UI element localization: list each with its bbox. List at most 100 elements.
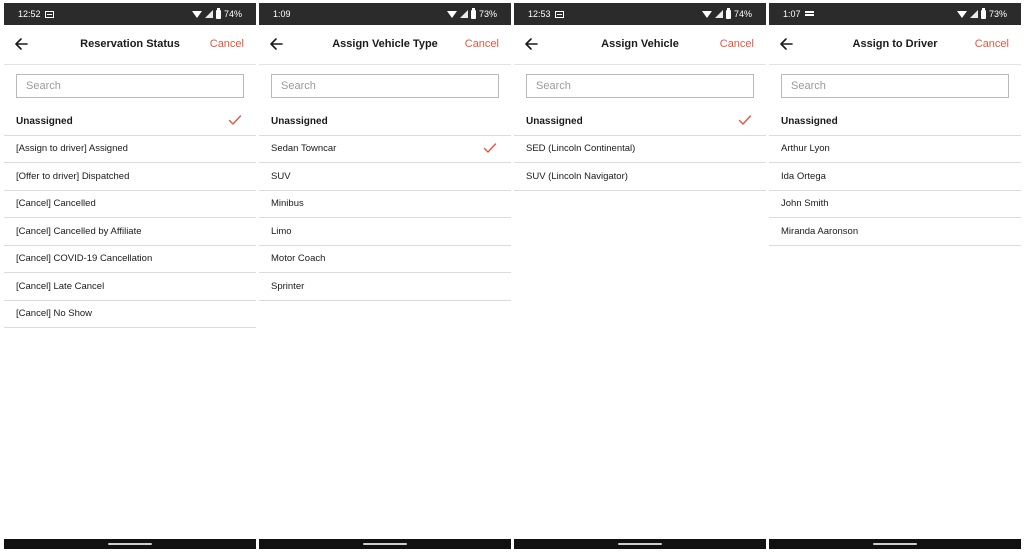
battery-level: 74% bbox=[223, 9, 242, 19]
checkmark-icon bbox=[228, 114, 242, 126]
wifi-icon bbox=[956, 10, 967, 18]
cancel-button[interactable]: Cancel bbox=[975, 38, 1009, 50]
phone-panel-reservation-status: 12:52 74% Reservation StatusCancel Unassign… bbox=[4, 3, 256, 549]
status-bar-left: 12:53 bbox=[528, 9, 564, 19]
status-bar: 12:53 74% bbox=[514, 3, 766, 25]
list-item-label: Arthur Lyon bbox=[781, 143, 830, 155]
list-item-label: [Cancel] Cancelled bbox=[16, 198, 96, 210]
top-app-bar: Assign Vehicle Cancel bbox=[514, 25, 766, 65]
status-bar: 12:52 74% bbox=[4, 3, 256, 25]
list-item[interactable]: Unassigned bbox=[259, 108, 511, 136]
system-nav-bar bbox=[514, 539, 766, 549]
list-item-label: SUV (Lincoln Navigator) bbox=[526, 170, 628, 182]
battery-icon bbox=[215, 7, 221, 19]
status-bar-left: 1:07 bbox=[783, 9, 814, 19]
home-gesture-handle[interactable] bbox=[108, 543, 152, 545]
option-list: Unassigned Sedan Towncar SUV Minibus Limo Mot… bbox=[259, 108, 511, 301]
list-item-label: Limo bbox=[271, 225, 292, 237]
wifi-icon bbox=[701, 10, 712, 18]
list-item-label: John Smith bbox=[781, 198, 829, 210]
phone-panel-assign-vehicle: 12:53 74% Assign VehicleCancel Unassigned SE… bbox=[514, 3, 766, 549]
checkmark-icon bbox=[738, 114, 752, 126]
list-item[interactable]: [Cancel] Late Cancel bbox=[4, 273, 256, 301]
list-item-label: Sprinter bbox=[271, 280, 305, 292]
wifi-icon bbox=[191, 10, 202, 18]
list-item[interactable]: Unassigned bbox=[4, 108, 256, 136]
list-item[interactable]: John Smith bbox=[769, 191, 1021, 218]
signal-icon bbox=[714, 10, 723, 18]
status-bar-left: 1:09 bbox=[273, 9, 291, 19]
list-item-label: Minibus bbox=[271, 198, 304, 210]
list-item[interactable]: [Cancel] COVID-19 Cancellation bbox=[4, 246, 256, 273]
battery-icon bbox=[980, 7, 986, 19]
home-gesture-handle[interactable] bbox=[363, 543, 407, 545]
list-item[interactable]: [Assign to driver] Assigned bbox=[4, 136, 256, 163]
system-nav-bar bbox=[769, 539, 1021, 549]
list-item[interactable]: Arthur Lyon bbox=[769, 136, 1021, 163]
cancel-button[interactable]: Cancel bbox=[465, 38, 499, 50]
phone-panel-assign-to-driver: 1:07 73% Assign to DriverCancel Unassigned A… bbox=[769, 3, 1021, 549]
list-item-label: SED (Lincoln Continental) bbox=[526, 143, 636, 155]
list-item-label: [Cancel] COVID-19 Cancellation bbox=[16, 253, 153, 265]
list-item-label: Unassigned bbox=[271, 115, 328, 127]
status-bar: 1:09 73% bbox=[259, 3, 511, 25]
status-time: 12:52 bbox=[18, 9, 41, 19]
list-item-label: Miranda Aaronson bbox=[781, 225, 859, 237]
list-item[interactable]: Unassigned bbox=[514, 108, 766, 136]
list-item[interactable]: Sprinter bbox=[259, 273, 511, 301]
list-item[interactable]: SED (Lincoln Continental) bbox=[514, 136, 766, 163]
option-list: Unassigned [Assign to driver] Assigned [Of… bbox=[4, 108, 256, 328]
list-item-label: [Cancel] No Show bbox=[16, 308, 93, 320]
signal-icon bbox=[969, 10, 978, 18]
list-item[interactable]: Minibus bbox=[259, 191, 511, 218]
list-item-label: Unassigned bbox=[526, 115, 583, 127]
list-item[interactable]: SUV bbox=[259, 163, 511, 191]
battery-level: 73% bbox=[478, 9, 497, 19]
home-gesture-handle[interactable] bbox=[618, 543, 662, 545]
list-item[interactable]: [Cancel] Cancelled by Affiliate bbox=[4, 218, 256, 246]
status-bar-right: 73% bbox=[446, 7, 497, 19]
system-nav-bar bbox=[4, 539, 256, 549]
list-item-label: Unassigned bbox=[781, 115, 838, 127]
list-item-label: Unassigned bbox=[16, 115, 73, 127]
checkmark-icon bbox=[483, 142, 497, 154]
list-item-label: Motor Coach bbox=[271, 253, 326, 265]
search-input[interactable] bbox=[16, 74, 244, 98]
system-nav-bar bbox=[259, 539, 511, 549]
search-input[interactable] bbox=[781, 74, 1009, 98]
battery-icon bbox=[470, 7, 476, 19]
list-item[interactable]: Miranda Aaronson bbox=[769, 218, 1021, 246]
notification-mail-icon bbox=[554, 10, 564, 18]
cancel-button[interactable]: Cancel bbox=[720, 38, 754, 50]
top-app-bar: Assign to Driver Cancel bbox=[769, 25, 1021, 65]
status-bar-right: 74% bbox=[191, 7, 242, 19]
list-item[interactable]: [Offer to driver] Dispatched bbox=[4, 163, 256, 191]
list-item-label: [Cancel] Cancelled by Affiliate bbox=[16, 225, 142, 237]
list-item-label: Sedan Towncar bbox=[271, 143, 337, 155]
list-item-label: SUV bbox=[271, 170, 291, 182]
status-time: 1:09 bbox=[273, 9, 291, 19]
search-input[interactable] bbox=[271, 74, 499, 98]
list-item[interactable]: Ida Ortega bbox=[769, 163, 1021, 191]
cancel-button[interactable]: Cancel bbox=[210, 38, 244, 50]
list-item[interactable]: [Cancel] No Show bbox=[4, 301, 256, 328]
status-time: 1:07 bbox=[783, 9, 801, 19]
signal-icon bbox=[459, 10, 468, 18]
status-bar-left: 12:52 bbox=[18, 9, 54, 19]
list-item[interactable]: Unassigned bbox=[769, 108, 1021, 136]
list-item[interactable]: Limo bbox=[259, 218, 511, 246]
list-item[interactable]: [Cancel] Cancelled bbox=[4, 191, 256, 218]
search-input[interactable] bbox=[526, 74, 754, 98]
list-item-label: [Offer to driver] Dispatched bbox=[16, 170, 130, 182]
list-item[interactable]: Motor Coach bbox=[259, 246, 511, 273]
home-gesture-handle[interactable] bbox=[873, 543, 917, 545]
top-app-bar: Assign Vehicle Type Cancel bbox=[259, 25, 511, 65]
notification-mail-icon bbox=[44, 10, 54, 18]
option-list: Unassigned SED (Lincoln Continental) SUV (… bbox=[514, 108, 766, 191]
notification-app-icon bbox=[804, 10, 814, 18]
top-app-bar: Reservation Status Cancel bbox=[4, 25, 256, 65]
battery-icon bbox=[725, 7, 731, 19]
list-item[interactable]: SUV (Lincoln Navigator) bbox=[514, 163, 766, 191]
list-item[interactable]: Sedan Towncar bbox=[259, 136, 511, 163]
option-list: Unassigned Arthur Lyon Ida Ortega John Smit… bbox=[769, 108, 1021, 246]
